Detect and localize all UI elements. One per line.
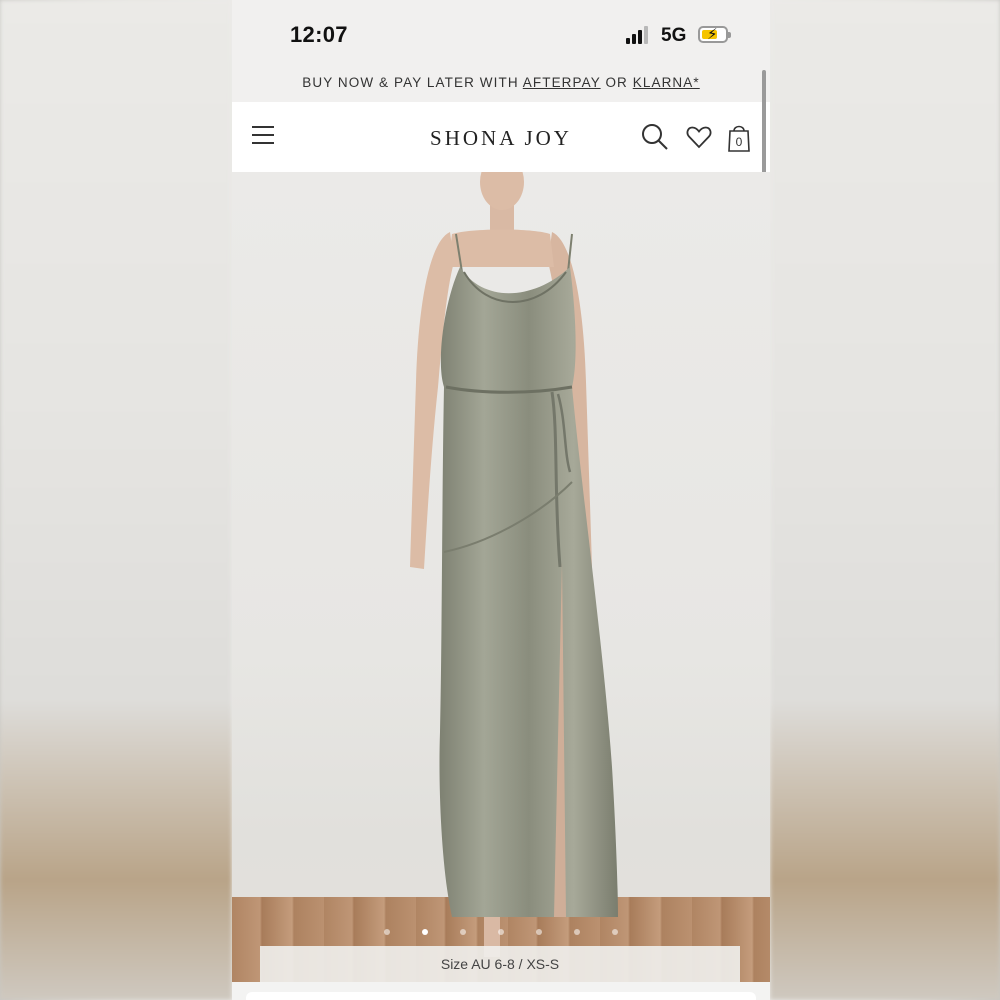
promo-banner: BUY NOW & PAY LATER WITH AFTERPAY OR KLA… [232,66,770,102]
gallery-dot[interactable] [384,929,390,935]
status-time: 12:07 [290,22,348,47]
size-label: Size AU 6-8 / XS-S [260,946,740,982]
site-header: SHONA JOY 0 [232,102,770,172]
shopping-bag-icon[interactable]: 0 [724,122,754,152]
phone-screen: 12:07 5G ⚡ BUY NOW & PAY LATER WITH AFTE… [232,0,770,1000]
status-bar: 12:07 5G ⚡ [232,0,770,66]
gallery-dot[interactable] [574,929,580,935]
search-icon[interactable] [640,122,670,152]
promo-or-text: OR [600,75,633,90]
afterpay-link[interactable]: AFTERPAY [523,75,601,90]
klarna-link[interactable]: KLARNA* [633,75,700,90]
gallery-pagination[interactable] [232,922,770,940]
signal-strength-icon [626,26,650,44]
gallery-dot[interactable] [460,929,466,935]
gallery-dot[interactable] [612,929,618,935]
bottom-sheet-handle[interactable] [246,992,756,1000]
model-in-dress-image [410,172,618,957]
gallery-dot[interactable] [536,929,542,935]
background-blur-left [0,0,232,1000]
network-type: 5G [661,25,687,46]
background-blur-right [770,0,1000,1000]
bag-count: 0 [736,135,743,149]
bottom-sheet-edge [232,982,770,1000]
battery-icon: ⚡ [698,26,731,43]
heart-icon[interactable] [684,122,714,152]
gallery-dot-active[interactable] [422,929,428,935]
gallery-dot[interactable] [498,929,504,935]
product-image-gallery[interactable]: Size AU 6-8 / XS-S [232,172,770,982]
promo-text: BUY NOW & PAY LATER WITH [302,75,523,90]
